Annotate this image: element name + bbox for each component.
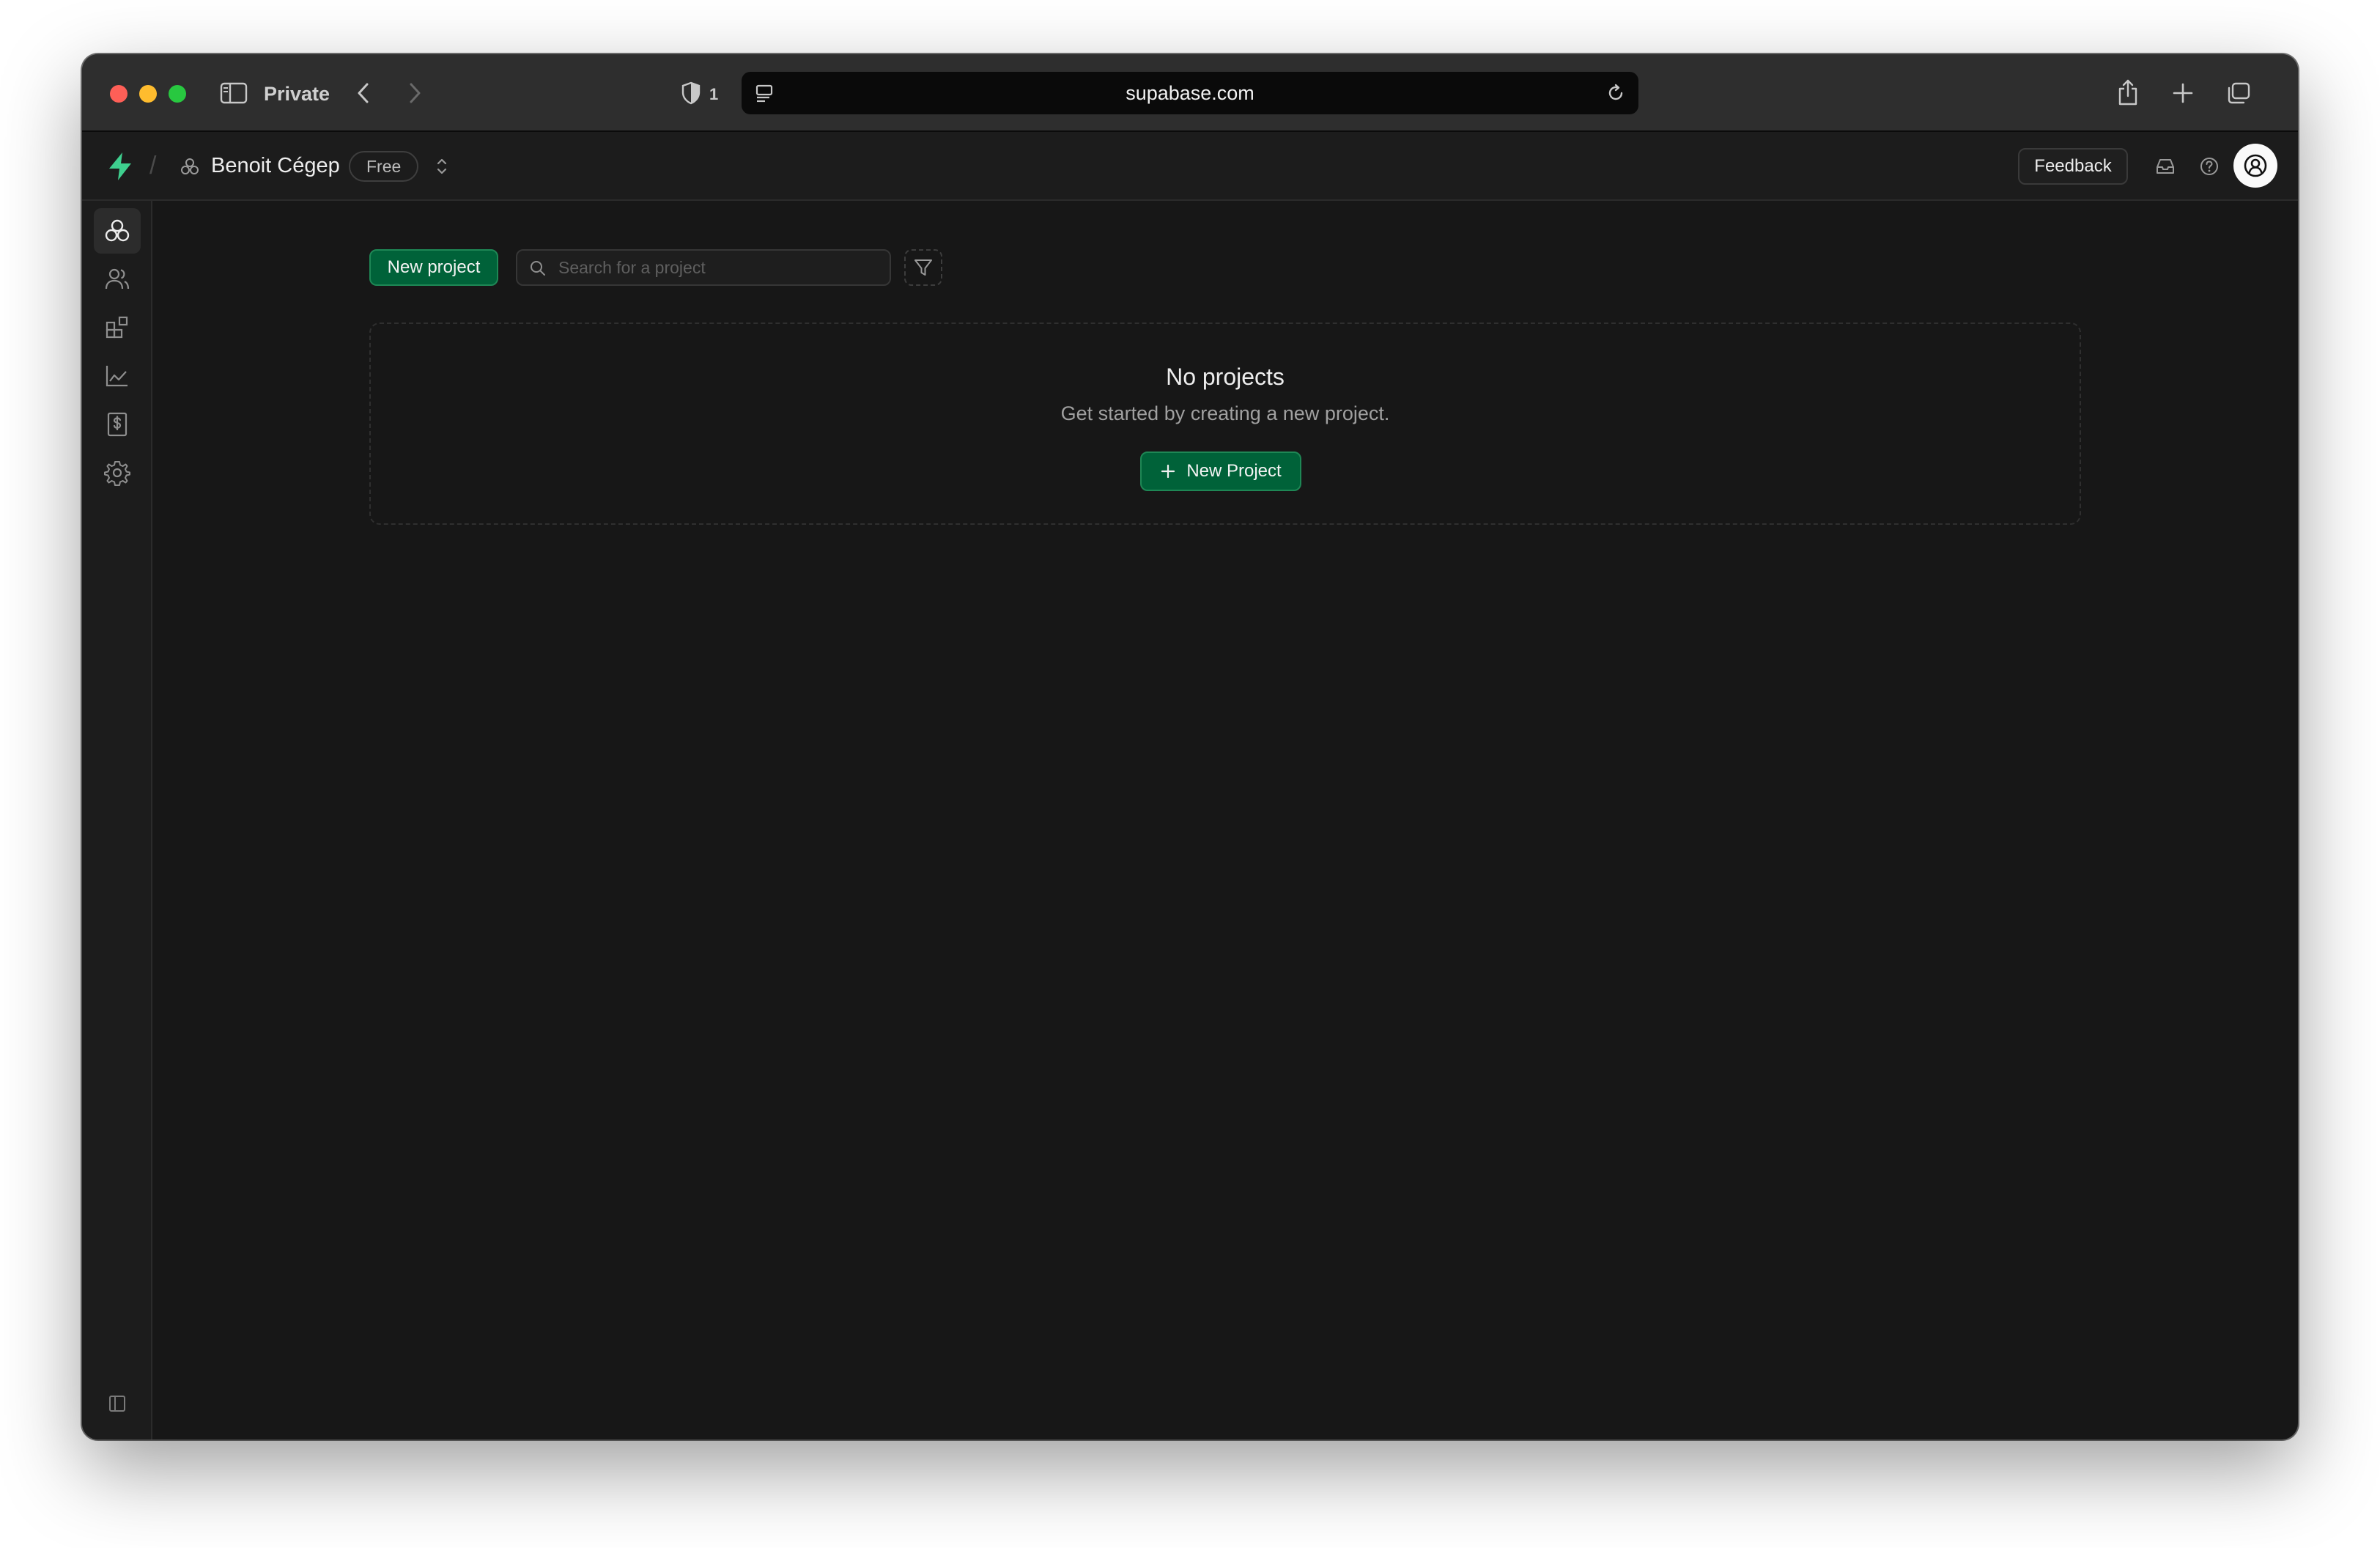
browser-toolbar: Private 1 supabase.com bbox=[82, 54, 2298, 132]
sidebar-item-team[interactable] bbox=[94, 257, 141, 302]
sidebar bbox=[82, 201, 152, 1440]
create-project-button[interactable]: New Project bbox=[1140, 452, 1301, 491]
user-icon bbox=[2244, 154, 2267, 177]
filter-icon bbox=[914, 259, 932, 276]
search-container bbox=[516, 249, 891, 286]
empty-state-title: No projects bbox=[1166, 364, 1285, 390]
sidebar-item-billing[interactable] bbox=[94, 402, 141, 447]
inbox-icon[interactable] bbox=[2153, 154, 2178, 179]
reload-icon[interactable] bbox=[1603, 81, 1628, 105]
privacy-shield-icon[interactable] bbox=[677, 79, 705, 107]
sidebar-item-projects[interactable] bbox=[94, 208, 141, 254]
gear-icon bbox=[104, 461, 130, 486]
minimize-window-button[interactable] bbox=[139, 85, 157, 103]
app-header: / Benoit Cégep Free Feedback bbox=[82, 132, 2298, 201]
url-text[interactable]: supabase.com bbox=[742, 72, 1638, 114]
browser-window: Private 1 supabase.com / Benoit Cégep Fr… bbox=[82, 54, 2298, 1440]
users-icon bbox=[105, 268, 130, 290]
empty-projects-panel: No projects Get started by creating a ne… bbox=[369, 322, 2081, 525]
feedback-button[interactable]: Feedback bbox=[2018, 148, 2128, 185]
address-bar[interactable]: supabase.com bbox=[742, 72, 1638, 114]
integrations-icon bbox=[106, 316, 128, 339]
plan-badge: Free bbox=[349, 151, 419, 182]
panel-left-icon bbox=[109, 1396, 125, 1412]
chart-icon bbox=[106, 366, 128, 387]
help-icon[interactable] bbox=[2197, 154, 2222, 179]
sidebar-item-settings[interactable] bbox=[94, 450, 141, 495]
plus-icon bbox=[1161, 464, 1175, 479]
close-window-button[interactable] bbox=[110, 85, 128, 103]
sidebar-item-usage[interactable] bbox=[94, 353, 141, 399]
private-mode-label: Private bbox=[264, 83, 330, 105]
sidebar-collapse-button[interactable] bbox=[94, 1381, 141, 1426]
billing-icon bbox=[107, 412, 128, 437]
sidebar-item-integrations[interactable] bbox=[94, 305, 141, 350]
filter-button[interactable] bbox=[904, 249, 942, 286]
back-arrow-icon[interactable] bbox=[350, 79, 377, 107]
empty-state-subtitle: Get started by creating a new project. bbox=[1060, 402, 1390, 424]
create-project-label: New Project bbox=[1186, 461, 1282, 481]
tab-overview-icon[interactable] bbox=[2223, 79, 2254, 107]
sidebar-toggle-icon[interactable] bbox=[218, 79, 249, 107]
search-icon bbox=[528, 258, 548, 279]
organization-icon bbox=[177, 154, 202, 179]
organization-name[interactable]: Benoit Cégep bbox=[211, 151, 340, 180]
breadcrumb-separator: / bbox=[149, 152, 157, 180]
new-project-button[interactable]: New project bbox=[369, 249, 498, 286]
user-avatar[interactable] bbox=[2233, 144, 2277, 188]
new-tab-icon[interactable] bbox=[2169, 79, 2197, 107]
projects-icon bbox=[105, 219, 130, 242]
forward-arrow-icon[interactable] bbox=[402, 79, 428, 107]
supabase-logo-icon[interactable] bbox=[104, 150, 136, 183]
org-switcher-icon[interactable] bbox=[431, 154, 453, 179]
search-input[interactable] bbox=[557, 251, 879, 284]
tracker-count: 1 bbox=[709, 85, 719, 103]
share-icon[interactable] bbox=[2113, 76, 2143, 108]
zoom-window-button[interactable] bbox=[169, 85, 186, 103]
